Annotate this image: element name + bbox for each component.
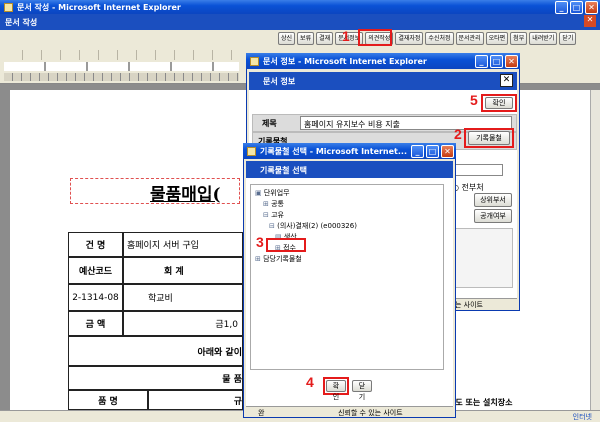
label-spec: 규 [148,390,243,410]
tree-close-button[interactable]: 닫기 [352,380,372,401]
toolbar-button-7[interactable]: 문서관리 [455,32,484,45]
record-select-title: 기록물철 선택 - Microsoft Internet... [260,146,407,156]
label-item-name: 품 명 [68,390,148,410]
minimize-icon[interactable]: _ [411,144,424,158]
tree-node[interactable]: ▣ 단위업무 [255,188,357,199]
tree-node[interactable]: ⊞ 담당기록물철 [255,254,357,265]
upper-dept-button[interactable]: 상위부서 [474,193,512,207]
doc-info-inner-bar: 문서 정보 [249,72,517,90]
main-title-bar: 문서 작성 - Microsoft Internet Explorer _ □ … [0,0,600,14]
toolbar-button-0[interactable]: 상신 [278,32,296,45]
record-folder-button[interactable]: 기록물철 [468,131,510,145]
tree-node-label: 공통 [271,200,284,208]
maximize-icon[interactable]: □ [490,54,503,68]
side-list[interactable] [453,228,513,288]
side-input[interactable] [453,164,503,176]
doc-info-tab-highlight [358,29,392,46]
row-notice: 아래와 같이 [68,336,243,366]
doc-info-inner-title: 문서 정보 [263,77,296,86]
all-dept-radio[interactable]: ○ 전부처 [452,182,484,193]
tree-node-icon: ⊟ [269,222,278,230]
toolbar-button-11[interactable]: 닫기 [559,32,577,45]
main-window-title: 문서 작성 - Microsoft Internet Explorer [17,2,181,12]
menu-bar[interactable] [4,50,239,60]
doc-info-title: 문서 정보 - Microsoft Internet Explorer [263,56,427,66]
tree-confirm-button[interactable]: 확인 [326,380,346,401]
label-amount: 금 액 [68,311,123,336]
close-icon[interactable]: ✕ [441,144,454,158]
doc-info-status-text: 는 사이트 [455,301,483,309]
status-internet: 인터넷 [572,413,592,421]
label-usage: 용도 또는 설치장소 [448,398,513,407]
record-tree: ▣ 단위업무 ⊞ 공통 ⊟ 고유 ⊟ (의사)결재(2) (e000326) ▤ 생산 ⊞… [255,188,357,265]
subject-label: 제목 [262,119,277,128]
doc-info-close-icon[interactable]: ✕ [500,74,513,87]
tree-node[interactable]: ⊟ 고유 [263,210,357,221]
tree-node-icon: ⊟ [263,211,272,219]
icon-bar[interactable] [4,73,239,81]
ie-icon [250,56,259,66]
ie-icon [4,2,13,12]
value-account: 학교비 [123,284,243,311]
all-dept-label: 전부처 [461,183,484,192]
record-select-status: 완 신뢰할 수 있는 사이트 [246,406,453,417]
close-icon[interactable]: ✕ [505,54,518,68]
step-4: 4 [306,374,314,390]
tree-node-label: (의사)결재(2) (e000326) [277,222,357,230]
doc-info-confirm-button[interactable]: 확인 [485,97,513,109]
maximize-icon[interactable]: □ [426,144,439,158]
value-title: 홈페이지 서버 구입 [123,232,243,257]
toolbar-button-9[interactable]: 첨부 [510,32,528,45]
tree-node-label: 고유 [271,211,284,219]
label-account: 회 계 [123,257,243,284]
public-button[interactable]: 공개여부 [474,209,512,223]
toolbar-button-6[interactable]: 수신처정 [425,32,454,45]
doc-info-title-bar: 문서 정보 - Microsoft Internet Explorer _ □ … [246,53,520,69]
maximize-icon[interactable]: □ [570,0,583,14]
status-done: 완 [258,409,265,417]
inner-title-bar: 문서 작성 [0,14,600,30]
tree-node[interactable]: ⊟ (의사)결재(2) (e000326) [269,221,357,232]
ie-icon [247,146,256,156]
production-highlight [266,238,306,252]
minimize-icon[interactable]: _ [475,54,488,68]
value-amount: 금1,0 [123,311,243,336]
heading-frame [70,178,240,204]
inner-close-icon[interactable]: ✕ [584,15,596,27]
toolbar-button-2[interactable]: 결재 [316,32,334,45]
toolbar-buttons: 상신 보류 결재 문서정보 의견작성 결재자정 수신처정 문서관리 오타편 첨부 내려받기 닫기 [278,32,577,45]
toolbar-button-5[interactable]: 결재자정 [395,32,424,45]
tree-node-icon: ▣ [255,189,264,197]
tree-node-icon: ⊞ [255,255,264,263]
label-title: 건 명 [68,232,123,257]
label-budget-code: 예산코드 [68,257,123,284]
row-goods: 물 품 [68,366,243,390]
inner-window-title: 문서 작성 [5,18,38,27]
toolbar-button-8[interactable]: 오타편 [485,32,509,45]
status-trusted-site: 신뢰할 수 있는 사이트 [338,409,403,417]
toolbar-button-10[interactable]: 내려받기 [529,32,558,45]
vertical-scrollbar[interactable] [590,90,600,410]
close-icon[interactable]: ✕ [585,0,598,14]
step-5: 5 [470,92,478,108]
record-select-inner-bar: 기록물철 선택 [246,161,453,178]
step-2: 2 [454,126,462,142]
minimize-icon[interactable]: _ [555,0,568,14]
tree-node-label: 담당기록물철 [263,255,302,263]
value-budget-code: 2-1314-08 [68,284,123,311]
tree-node[interactable]: ⊞ 공통 [263,199,357,210]
step-1: 1 [342,28,350,44]
step-3: 3 [256,234,264,250]
tree-node-label: 단위업무 [263,189,290,197]
format-bar[interactable] [4,62,239,71]
record-select-inner-title: 기록물철 선택 [260,166,307,175]
record-select-title-bar: 기록물철 선택 - Microsoft Internet... _ □ ✕ [243,143,456,159]
toolbar-button-1[interactable]: 보류 [297,32,315,45]
tree-node-icon: ⊞ [263,200,272,208]
